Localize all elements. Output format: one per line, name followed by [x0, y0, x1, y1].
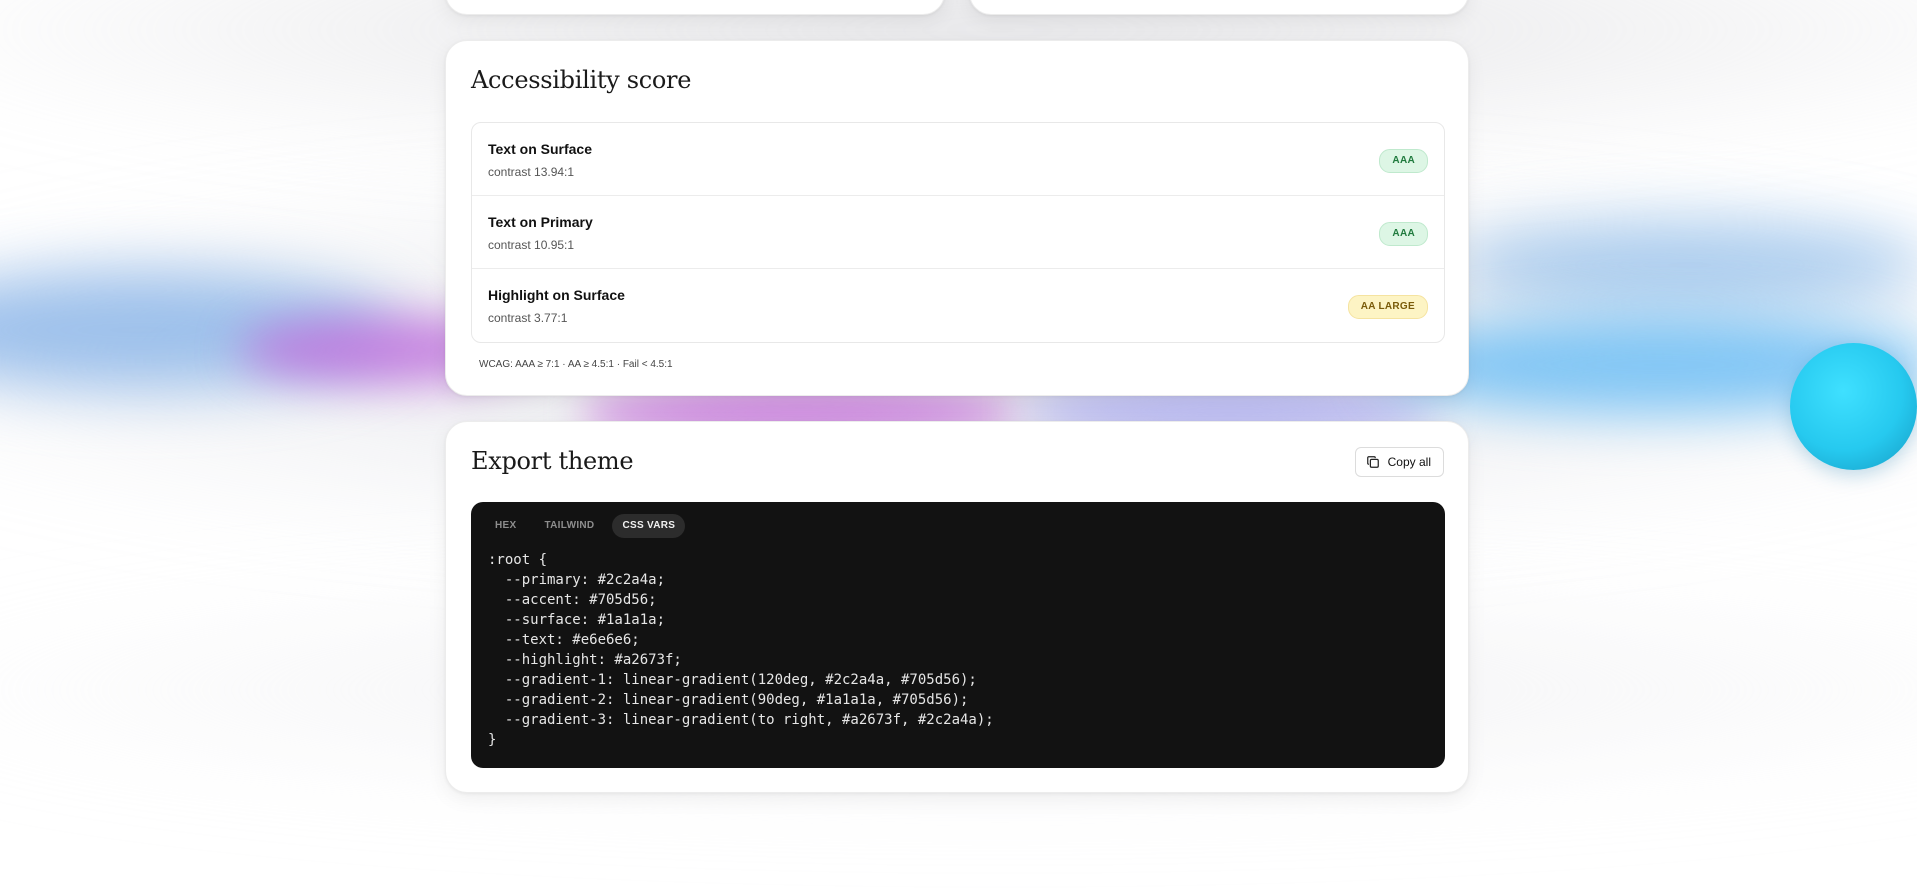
contrast-list: Text on Surface contrast 13.94:1 AAA Tex…: [471, 122, 1445, 343]
code-line: --surface: #1a1a1a;: [488, 612, 666, 628]
wcag-badge: AAA: [1379, 149, 1428, 173]
code-line: --gradient-3: linear-gradient(to right, …: [488, 712, 994, 728]
contrast-row-title: Highlight on Surface: [488, 287, 625, 303]
tab-hex[interactable]: HEX: [485, 514, 526, 538]
code-line: --gradient-1: linear-gradient(120deg, #2…: [488, 672, 977, 688]
export-format-tabs: HEX TAILWIND CSS VARS: [485, 514, 686, 538]
contrast-row: Text on Surface contrast 13.94:1 AAA: [472, 123, 1444, 196]
wcag-legend-note: WCAG: AAA ≥ 7:1 · AA ≥ 4.5:1 · Fail < 4.…: [479, 359, 673, 370]
code-line: --primary: #2c2a4a;: [488, 572, 666, 588]
export-theme-card: Export theme Copy all HEX TAILWIND CSS V…: [445, 421, 1469, 793]
wcag-badge: AAA: [1379, 222, 1428, 246]
css-vars-code: :root { --primary: #2c2a4a; --accent: #7…: [488, 550, 994, 750]
contrast-ratio: contrast 13.94:1: [488, 165, 575, 179]
background-glow: [1450, 220, 1917, 310]
code-line: --gradient-2: linear-gradient(90deg, #1a…: [488, 692, 969, 708]
previous-card-right: [969, 0, 1469, 15]
tab-css-vars[interactable]: CSS VARS: [612, 514, 686, 538]
contrast-ratio: contrast 3.77:1: [488, 311, 568, 325]
code-line: :root {: [488, 552, 548, 568]
code-line: --accent: #705d56;: [488, 592, 657, 608]
code-panel: HEX TAILWIND CSS VARS :root { --primary:…: [471, 502, 1445, 768]
copy-all-button[interactable]: Copy all: [1354, 447, 1444, 477]
code-line: --text: #e6e6e6;: [488, 632, 640, 648]
contrast-row: Highlight on Surface contrast 3.77:1 AA …: [472, 269, 1444, 342]
contrast-row-title: Text on Primary: [488, 214, 593, 230]
accessibility-score-title: Accessibility score: [471, 66, 692, 94]
export-theme-title: Export theme: [471, 447, 634, 475]
accessibility-score-card: Accessibility score Text on Surface cont…: [445, 40, 1469, 396]
code-line: --highlight: #a2673f;: [488, 652, 682, 668]
contrast-row-title: Text on Surface: [488, 141, 592, 157]
contrast-ratio: contrast 10.95:1: [488, 238, 575, 252]
wcag-badge: AA LARGE: [1347, 295, 1428, 319]
tab-tailwind[interactable]: TAILWIND: [534, 514, 604, 538]
copy-all-label: Copy all: [1387, 455, 1431, 469]
decorative-sphere: [1790, 343, 1917, 470]
previous-card-left: [445, 0, 945, 15]
contrast-row: Text on Primary contrast 10.95:1 AAA: [472, 196, 1444, 269]
code-line: }: [488, 732, 497, 748]
copy-icon: [1366, 456, 1379, 468]
